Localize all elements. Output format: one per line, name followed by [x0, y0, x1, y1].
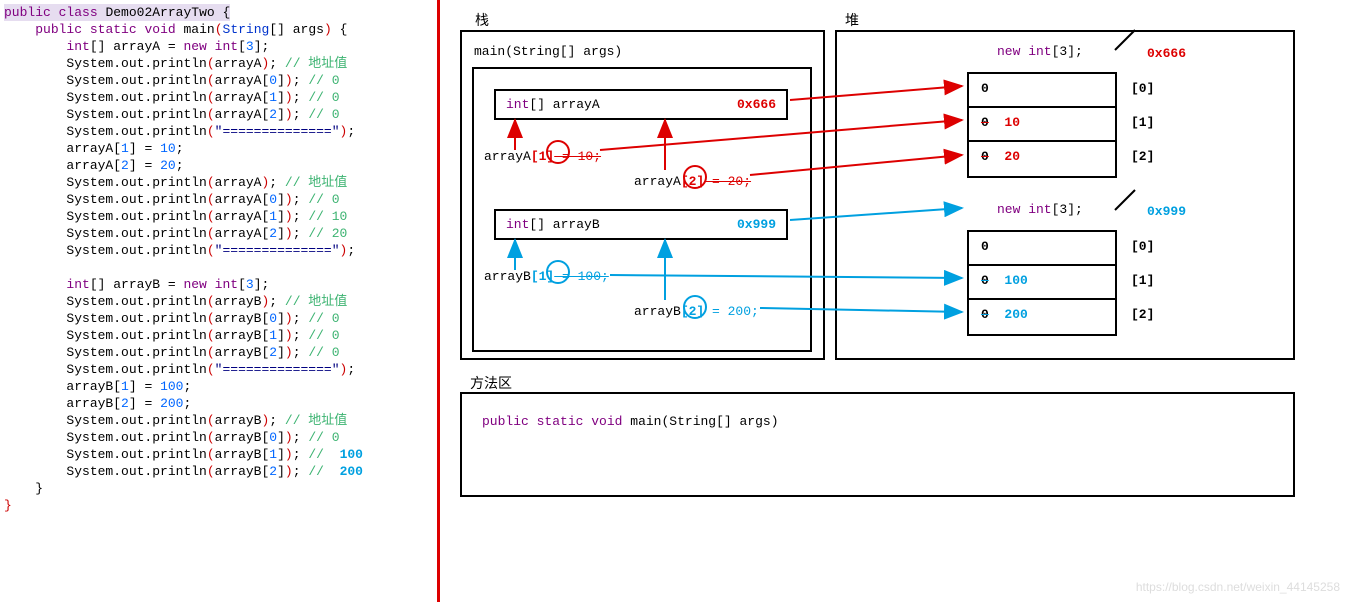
method-area-label: 方法区	[470, 373, 512, 393]
stack-box: main(String[] args) int[] arrayA 0x666 a…	[460, 30, 825, 360]
main-signature: main(String[] args)	[474, 44, 622, 59]
heap-label: 堆	[845, 10, 859, 30]
heapA-new: new int[3];	[997, 44, 1083, 59]
heapA-addr: 0x666	[1147, 46, 1186, 61]
class-name: Demo02ArrayTwo	[105, 5, 214, 20]
arrayA-var: int[] arrayA 0x666	[494, 89, 788, 120]
stack-label: 栈	[475, 10, 489, 30]
heap-box: new int[3]; 0x666 0[0] 0 10[1] 0 20[2] n…	[835, 30, 1295, 360]
arrayB-var: int[] arrayB 0x999	[494, 209, 788, 240]
assignB1: arrayB[1] = 100;	[484, 269, 609, 284]
assignA2: arrayA[2] = 20;	[634, 174, 751, 189]
kw-class: class	[59, 5, 98, 20]
heapB-new: new int[3];	[997, 202, 1083, 217]
diagram-panel: 栈 堆 main(String[] args) int[] arrayA 0x6…	[440, 0, 1350, 602]
main-container: public class Demo02ArrayTwo { public sta…	[0, 0, 1350, 602]
code-panel: public class Demo02ArrayTwo { public sta…	[0, 0, 440, 602]
heapA-cells: 0[0] 0 10[1] 0 20[2]	[967, 72, 1117, 178]
method-area-box: public static void main(String[] args)	[460, 392, 1295, 497]
arrayB-addr: 0x999	[737, 217, 776, 232]
method-area-sig: public static void main(String[] args)	[482, 414, 779, 429]
main-frame: int[] arrayA 0x666 arrayA[1] = 10; array…	[472, 67, 812, 352]
heapB-addr: 0x999	[1147, 204, 1186, 219]
watermark: https://blog.csdn.net/weixin_44145258	[1136, 580, 1340, 594]
arrayA-addr: 0x666	[737, 97, 776, 112]
kw-public: public	[4, 5, 51, 20]
heapB-cells: 0[0] 0 100[1] 0 200[2]	[967, 230, 1117, 336]
assignA1: arrayA[1] = 10;	[484, 149, 601, 164]
assignB2: arrayB[2] = 200;	[634, 304, 759, 319]
